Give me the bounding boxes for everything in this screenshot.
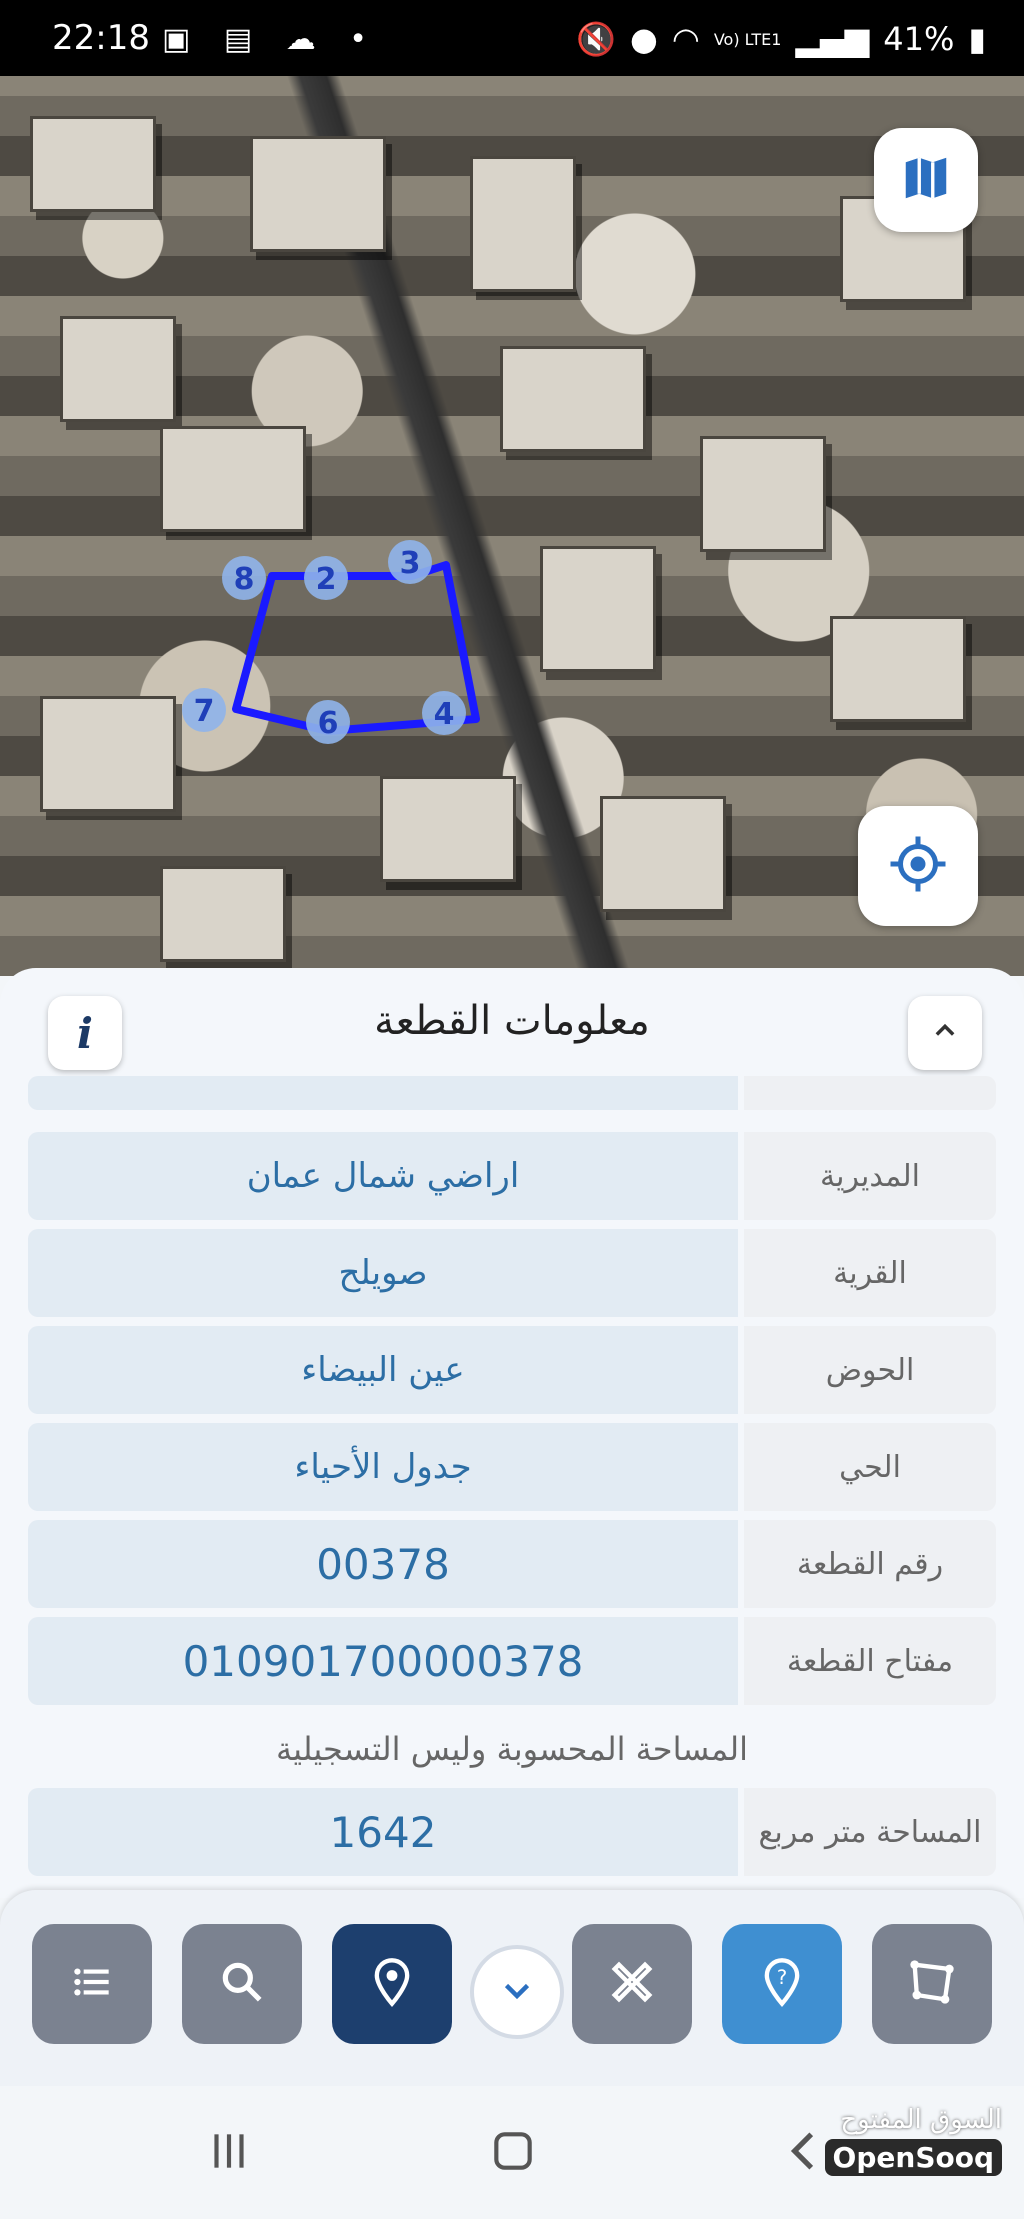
vertex-label-6[interactable]: 6 <box>306 700 350 744</box>
expand-toolbar-button[interactable] <box>470 1945 564 2039</box>
wifi-icon: ◠ <box>671 20 700 58</box>
row-value: عين البيضاء <box>28 1326 738 1414</box>
svg-text:3: 3 <box>400 546 421 581</box>
chevron-down-icon <box>499 1972 535 2012</box>
table-row: عين البيضاء الحوض <box>28 1326 996 1414</box>
location-pin-button[interactable] <box>332 1924 452 2044</box>
row-value: 010901700000378 <box>28 1617 738 1705</box>
ruler-pencil-icon <box>606 1956 658 2012</box>
table-row: اراضي شمال عمان المديرية <box>28 1132 996 1220</box>
svg-text:2: 2 <box>316 562 337 597</box>
battery-icon: ▮ <box>968 20 986 58</box>
table-row: 00378 رقم القطعة <box>28 1520 996 1608</box>
search-icon <box>217 1957 267 2011</box>
area-note: المساحة المحسوبة وليس التسجيلية <box>275 1730 749 1768</box>
area-label: المساحة متر مربع <box>744 1788 996 1876</box>
row-label: المديرية <box>744 1132 996 1220</box>
back-icon[interactable] <box>780 2126 830 2180</box>
parcel-info-panel: i معلومات القطعة اراضي شمال عمان المديري… <box>0 968 1024 1898</box>
table-row: صويلح القرية <box>28 1229 996 1317</box>
table-row: جدول الأحياء الحي <box>28 1423 996 1511</box>
map-layers-button[interactable] <box>874 128 978 232</box>
status-bar: 22:18 ▣ ▤ ☁ • 🔇 ● ◠ Vo) LTE1 ▂▄▆ 41% ▮ <box>0 0 1024 76</box>
watermark-english: OpenSooq <box>824 2139 1002 2176</box>
row-label: القرية <box>744 1229 996 1317</box>
location-pin-icon <box>366 1956 418 2012</box>
table-row: 010901700000378 مفتاح القطعة <box>28 1617 996 1705</box>
crosshair-icon <box>888 834 948 898</box>
draw-polygon-button[interactable] <box>872 1924 992 2044</box>
row-label: مفتاح القطعة <box>744 1617 996 1705</box>
search-button[interactable] <box>182 1924 302 2044</box>
recent-apps-icon[interactable] <box>204 2126 254 2180</box>
vertex-label-7[interactable]: 7 <box>182 688 226 732</box>
panel-header: i معلومات القطعة <box>0 968 1024 1070</box>
battery-text: 41% <box>883 20 955 58</box>
vertex-label-2[interactable]: 2 <box>304 556 348 600</box>
system-icons: 🔇 ● ◠ Vo) LTE1 ▂▄▆ 41% ▮ <box>576 20 986 58</box>
svg-text:6: 6 <box>318 706 339 741</box>
bottom-toolbar: ? <box>0 1890 1024 2086</box>
network-label: Vo) LTE1 <box>713 29 782 49</box>
vertex-label-4[interactable]: 4 <box>422 691 466 735</box>
mute-icon: 🔇 <box>576 20 616 58</box>
list-button[interactable] <box>32 1924 152 2044</box>
notification-icons: ▣ ▤ ☁ • <box>162 22 379 57</box>
locate-me-button[interactable] <box>858 806 978 926</box>
chevron-up-icon <box>931 1017 959 1049</box>
row-value: 00378 <box>28 1520 738 1608</box>
panel-title: معلومات القطعة <box>374 998 650 1044</box>
opensooq-watermark: السوق المفتوح OpenSooq <box>824 2105 1002 2176</box>
area-value: 1642 <box>28 1788 738 1876</box>
help-button[interactable]: ? <box>722 1924 842 2044</box>
vertex-label-3[interactable]: 3 <box>388 540 432 584</box>
svg-text:?: ? <box>777 1966 787 1989</box>
svg-text:7: 7 <box>194 694 215 729</box>
measure-button[interactable] <box>572 1924 692 2044</box>
area-row: 1642 المساحة متر مربع <box>28 1788 996 1876</box>
location-icon: ● <box>630 20 658 58</box>
row-label: الحوض <box>744 1326 996 1414</box>
row-label: الحي <box>744 1423 996 1511</box>
polygon-icon <box>906 1956 958 2012</box>
row-value: صويلح <box>28 1229 738 1317</box>
row-label: رقم القطعة <box>744 1520 996 1608</box>
signal-icon: ▂▄▆ <box>795 20 870 58</box>
watermark-arabic: السوق المفتوح <box>840 2105 1002 2135</box>
status-time: 22:18 <box>52 18 150 58</box>
map-icon <box>899 151 953 209</box>
row-value: جدول الأحياء <box>28 1423 738 1511</box>
row-value: اراضي شمال عمان <box>28 1132 738 1220</box>
satellite-map[interactable]: 8 2 3 4 6 7 <box>0 76 1024 976</box>
home-icon[interactable] <box>488 2126 538 2180</box>
svg-text:8: 8 <box>234 562 255 597</box>
list-icon <box>67 1957 117 2011</box>
vertex-label-8[interactable]: 8 <box>222 556 266 600</box>
table-row-partial <box>28 1076 996 1110</box>
svg-text:4: 4 <box>434 697 455 732</box>
help-icon: ? <box>756 1956 808 2012</box>
collapse-panel-button[interactable] <box>908 996 982 1070</box>
